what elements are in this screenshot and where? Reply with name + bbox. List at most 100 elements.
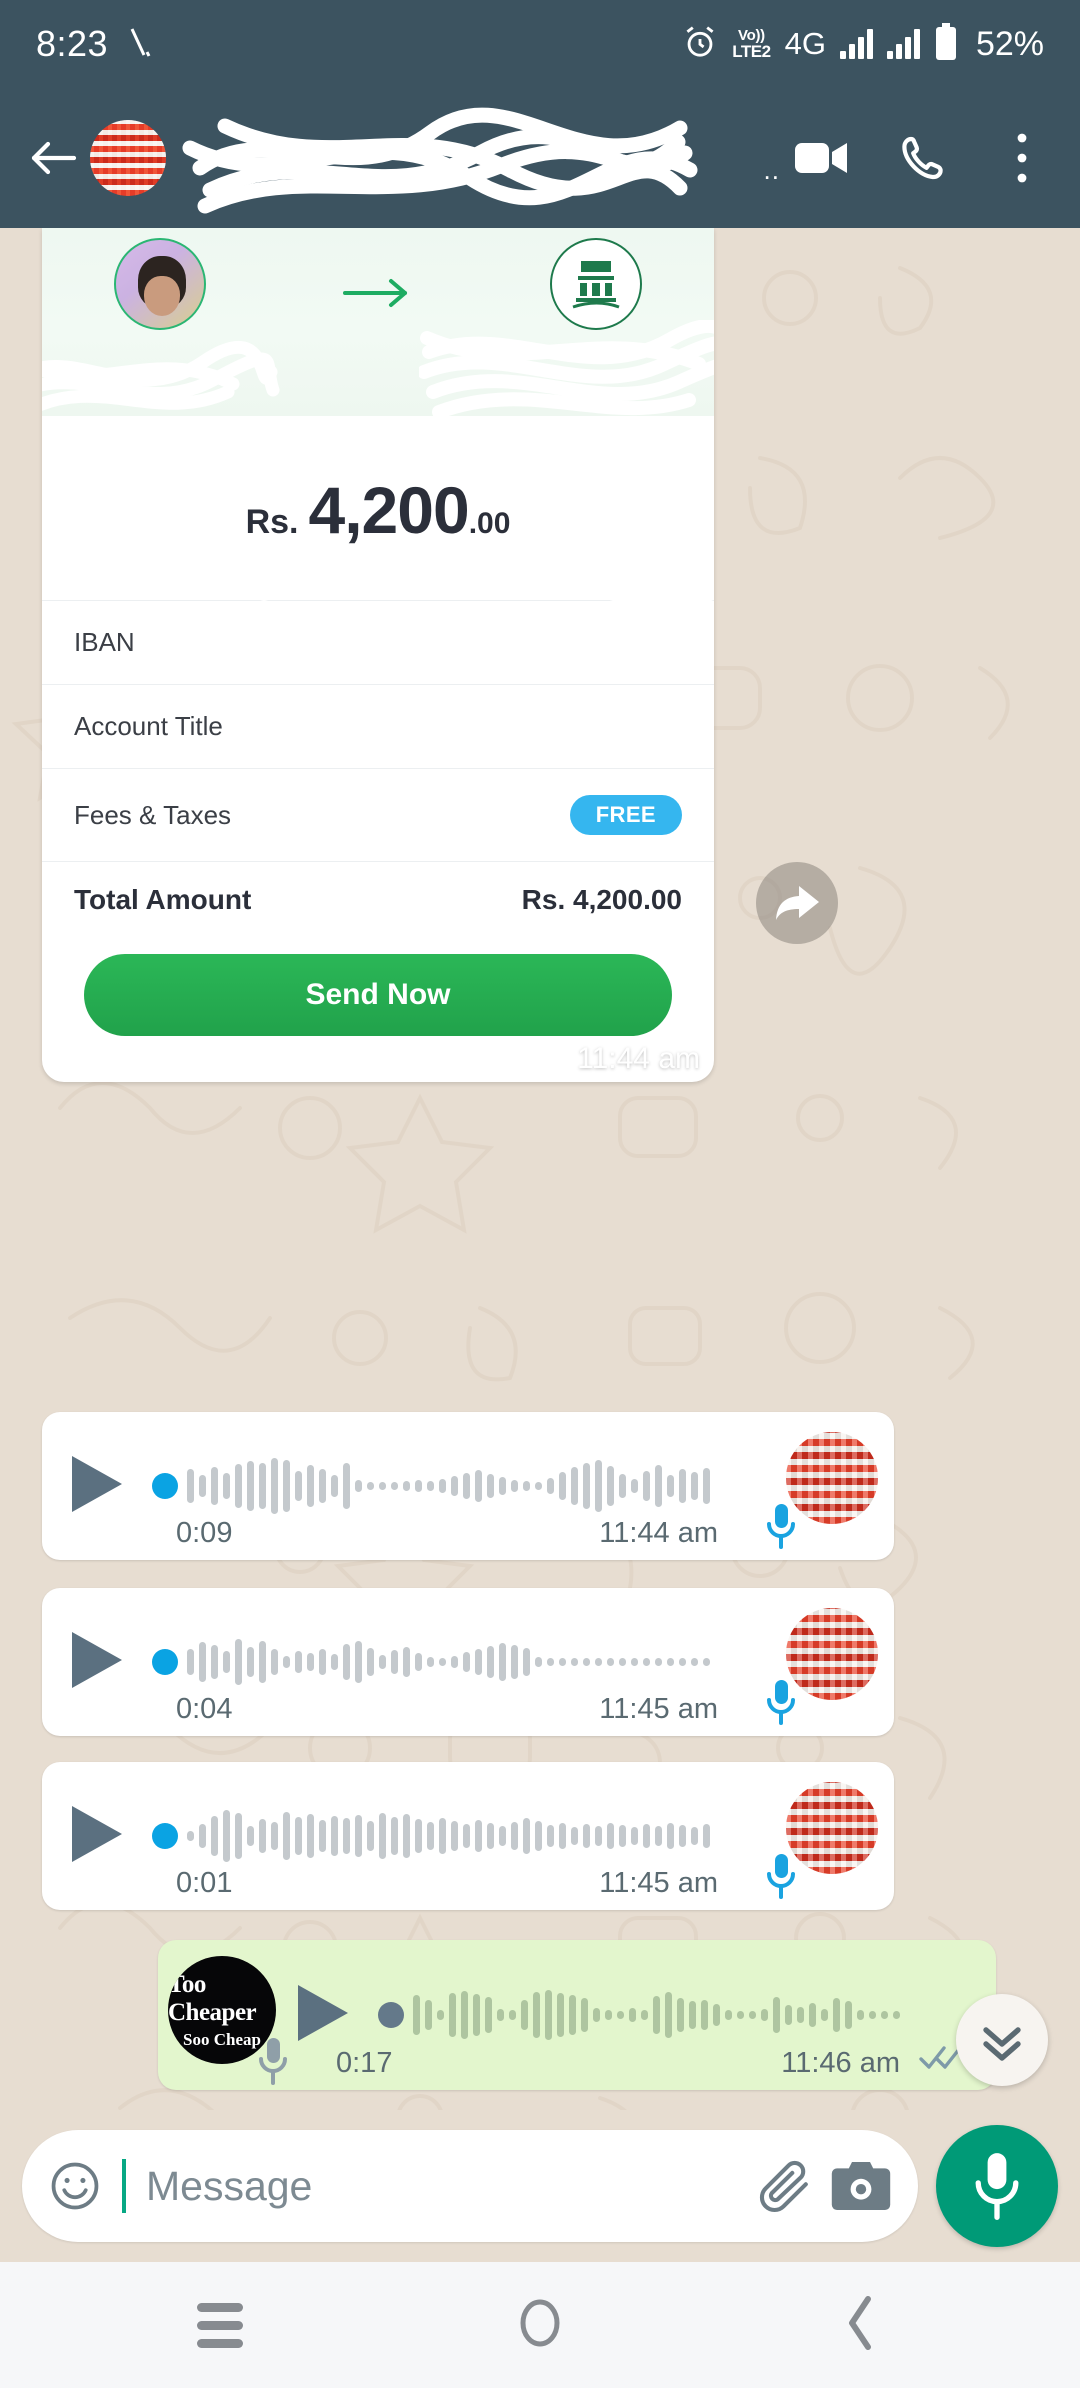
voice-duration: 0:09 [176, 1517, 233, 1549]
status-clock: 8:23 [36, 23, 109, 64]
iban-label: IBAN [74, 627, 135, 657]
data-type-label: 4G [784, 26, 826, 61]
overflow-menu-icon[interactable] [992, 128, 1052, 188]
status-bar: 8:23 Vo)) LTE2 4G 52% [0, 0, 1080, 88]
chat-header: .. [0, 88, 1080, 228]
voice-duration: 0:04 [176, 1693, 233, 1725]
system-nav-bar [0, 2262, 1080, 2388]
voice-row: 0:01 11:45 am [42, 1762, 894, 1910]
sender-avatar-thumb [786, 1782, 878, 1874]
fees-badge: FREE [569, 795, 682, 835]
payment-sender [42, 238, 280, 411]
avatar-brand-line-1: Too Cheaper [168, 1970, 257, 2026]
voice-row: 0:04 11:45 am [42, 1588, 894, 1736]
redaction-scribble-name [182, 107, 698, 214]
payment-receiver [419, 238, 714, 419]
voice-message-bubble-1[interactable]: 0:09 11:44 am [42, 1412, 894, 1560]
waveform[interactable] [144, 1454, 872, 1518]
play-icon[interactable] [68, 1803, 126, 1870]
status-bar-right: Vo)) LTE2 4G 52% [682, 22, 1044, 66]
payment-action-area: Send Now 11:44 am [42, 934, 714, 1082]
message-composer [0, 2110, 1080, 2262]
contact-avatar[interactable] [90, 120, 166, 196]
contact-name-container[interactable]: .. [166, 88, 779, 228]
nav-recents-button[interactable] [160, 2280, 280, 2370]
voice-call-icon[interactable] [892, 128, 952, 188]
play-icon[interactable] [294, 1982, 352, 2049]
mic-badge-icon [256, 2035, 290, 2092]
home-icon [518, 2294, 562, 2357]
amount-decimal: .00 [468, 507, 511, 540]
voice-duration: 0:17 [336, 2047, 393, 2079]
battery-percent: 52% [975, 24, 1044, 63]
waveform[interactable] [370, 1983, 974, 2047]
redaction-scribble-sender [42, 340, 280, 411]
bank-logo-icon [550, 238, 642, 330]
text-cursor [122, 2159, 126, 2213]
payment-parties [42, 236, 714, 419]
voice-message-bubble-outgoing[interactable]: 0:17 11:46 am Too Cheaper Soo Cheap [158, 1940, 996, 2090]
chat-scroll-area[interactable]: Rs. 4,200 .00 IBAN Account Title Fees & … [0, 228, 1080, 2110]
amount-value: 4,200 [308, 473, 470, 547]
payment-row-total: Total Amount Rs. 4,200.00 [42, 861, 714, 934]
volte-icon: Vo)) LTE2 [732, 27, 771, 61]
voice-record-button[interactable] [936, 2125, 1058, 2247]
recents-icon [197, 2302, 243, 2348]
signal-icon-sim2 [886, 29, 920, 59]
voice-timestamp: 11:46 am [781, 2047, 900, 2079]
play-icon[interactable] [68, 1629, 126, 1696]
sender-avatar [114, 238, 206, 330]
voice-duration: 0:01 [176, 1867, 233, 1899]
voice-message-bubble-2[interactable]: 0:04 11:45 am [42, 1588, 894, 1736]
playback-position-dot[interactable] [378, 2002, 404, 2028]
contact-name-ellipsis: .. [763, 155, 780, 185]
transfer-arrow-icon [343, 276, 413, 315]
playback-position-dot[interactable] [152, 1649, 178, 1675]
amount-currency: Rs. [245, 503, 299, 541]
voice-row: 0:17 11:46 am Too Cheaper Soo Cheap [158, 1940, 996, 2090]
voice-row: 0:09 11:44 am [42, 1412, 894, 1560]
payment-timestamp: 11:44 am [577, 1042, 700, 1075]
attach-icon[interactable] [754, 2155, 816, 2217]
voice-timestamp: 11:45 am [599, 1693, 718, 1725]
phone-screen: 8:23 Vo)) LTE2 4G 52% .. Rs. 4,200 .00 I… [0, 0, 1080, 2388]
redaction-scribble-account-title [303, 686, 714, 736]
alarm-icon [682, 24, 718, 65]
payment-row-fees: Fees & Taxes FREE [42, 768, 714, 861]
playback-position-dot[interactable] [152, 1823, 178, 1849]
payment-parties-section [42, 228, 714, 419]
play-icon[interactable] [68, 1453, 126, 1520]
composer-pill[interactable] [22, 2130, 918, 2242]
fees-label: Fees & Taxes [74, 799, 232, 830]
message-input[interactable] [140, 2162, 740, 2210]
sender-avatar-thumb [786, 1608, 878, 1700]
redaction-scribble-receiver [419, 320, 714, 419]
back-button[interactable] [22, 127, 84, 189]
message-list: Rs. 4,200 .00 IBAN Account Title Fees & … [0, 228, 1080, 2110]
playback-position-dot[interactable] [152, 1473, 178, 1499]
signal-icon-sim1 [839, 29, 873, 59]
payment-request-card[interactable]: Rs. 4,200 .00 IBAN Account Title Fees & … [42, 228, 714, 1082]
camera-icon[interactable] [830, 2155, 892, 2217]
total-label: Total Amount [74, 884, 252, 915]
header-actions [792, 128, 1052, 188]
emoji-icon[interactable] [46, 2157, 104, 2215]
account-title-label: Account Title [74, 711, 223, 741]
payment-amount: Rs. 4,200 .00 [42, 416, 714, 600]
nav-home-button[interactable] [480, 2280, 600, 2370]
volte-line-2: LTE2 [732, 42, 771, 61]
volte-line-1: Vo)) [737, 27, 765, 44]
sender-avatar-thumb [786, 1432, 878, 1524]
status-bar-left: 8:23 [36, 23, 152, 65]
nav-back-button[interactable] [800, 2280, 920, 2370]
voice-message-bubble-3[interactable]: 0:01 11:45 am [42, 1762, 894, 1910]
video-call-icon[interactable] [792, 128, 852, 188]
voice-timestamp: 11:45 am [599, 1867, 718, 1899]
waveform[interactable] [144, 1630, 872, 1694]
scroll-to-bottom-button[interactable] [956, 1994, 1048, 2086]
send-now-button[interactable]: Send Now [84, 954, 672, 1036]
total-value: Rs. 4,200.00 [521, 884, 682, 915]
battery-icon [934, 22, 958, 66]
waveform[interactable] [144, 1804, 872, 1868]
forward-button[interactable] [756, 862, 838, 944]
